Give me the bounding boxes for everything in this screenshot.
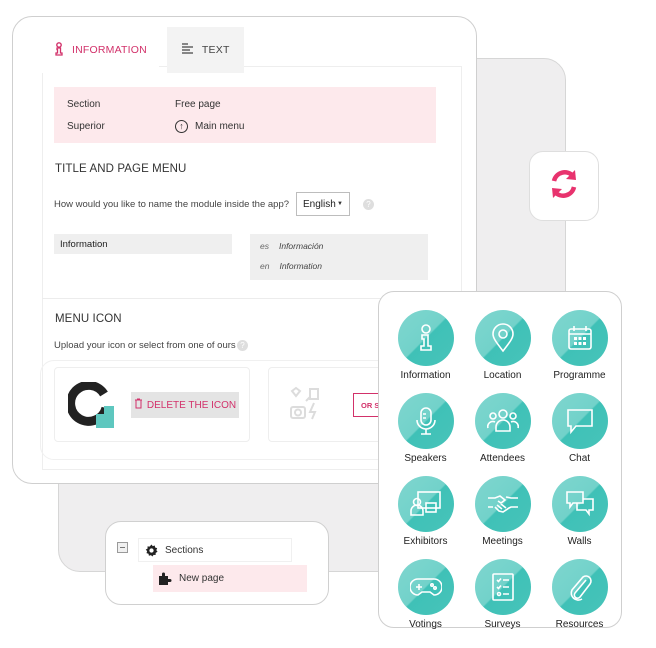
delete-icon-button[interactable]: DELETE THE ICON [131,392,239,418]
grid-item-label: Information [400,370,451,381]
collapse-toggle[interactable] [117,542,128,553]
section-label: Section [67,99,101,110]
gear-icon [139,543,163,557]
info-icon [54,41,64,59]
superior-link[interactable]: ↑ Main menu [175,120,244,133]
module-info-box: Section Free page Superior ↑ Main menu [54,87,436,143]
help-icon[interactable]: ? [237,340,248,351]
grid-item-meetings[interactable]: Meetings [464,476,541,550]
current-module-icon [66,380,118,435]
sync-icon [546,166,582,207]
grid-item-label: Chat [568,453,591,464]
translations-list: es Información en Information [250,234,428,280]
language-select[interactable]: English ▼ [296,192,350,216]
grid-item-label: Exhibitors [403,536,448,547]
caret-down-icon: ▼ [337,201,343,207]
translation-value: Información [278,241,324,251]
language-code: en [260,261,270,271]
translation-value: Information [279,261,322,271]
checklist-icon [474,559,531,615]
exhibitor-icon [397,476,454,532]
module-name-input[interactable] [54,234,232,254]
sync-badge [529,151,599,221]
chat-bubbles-icon [551,476,608,532]
grid-item-location[interactable]: Location [464,310,541,384]
superior-value: Main menu [195,121,245,132]
arrow-up-circle-icon: ↑ [175,120,188,133]
trash-icon [134,398,143,412]
menu-icon-heading: MENU ICON [55,313,122,325]
grid-item-information[interactable]: Information [387,310,464,384]
tab-information[interactable]: INFORMATION [42,27,159,73]
superior-row: Superior ↑ Main menu [67,120,244,133]
text-align-icon [181,43,194,57]
tree-node-new-page[interactable]: New page [153,565,307,592]
handshake-icon [474,476,531,532]
upload-icon-label: Upload your icon or select from one of o… [54,340,236,351]
info-icon [397,310,454,366]
grid-item-speakers[interactable]: Speakers [387,393,464,467]
grid-item-label: Programme [553,370,606,381]
module-icon-grid-card: Information Location Programme Speakers [378,291,622,630]
tab-label: INFORMATION [72,44,147,56]
sections-tree-card [105,521,329,605]
tree-node-label: Sections [165,544,204,556]
grid-item-votings[interactable]: Votings [387,559,464,633]
tab-label: TEXT [201,44,230,56]
module-icon-grid: Information Location Programme Speakers [387,310,619,633]
or-select-label: OR S [361,400,379,410]
people-icon [474,393,531,449]
grid-item-label: Walls [567,536,592,547]
or-select-button[interactable]: OR S [353,393,379,417]
tab-text[interactable]: TEXT [166,27,244,73]
icon-library-icon [288,385,324,426]
translation-row: es Información [260,241,323,251]
module-name-question: How would you like to name the module in… [54,199,290,210]
tab-bar: INFORMATION TEXT [42,27,244,73]
language-code: es [260,241,269,251]
grid-item-surveys[interactable]: Surveys [464,559,541,633]
chat-bubble-icon [551,393,608,449]
tree-node-label: New page [179,573,225,584]
grid-item-label: Surveys [484,619,521,630]
grid-item-chat[interactable]: Chat [541,393,618,467]
superior-label: Superior [67,121,105,132]
gamepad-icon [397,559,454,615]
location-pin-icon [474,310,531,366]
grid-item-label: Meetings [482,536,523,547]
section-row: Section Free page [67,99,221,110]
title-section-heading: TITLE AND PAGE MENU [55,163,187,175]
delete-icon-label: DELETE THE ICON [146,399,237,411]
grid-item-resources[interactable]: Resources [541,559,618,633]
grid-item-programme[interactable]: Programme [541,310,618,384]
grid-item-label: Speakers [404,453,447,464]
grid-item-exhibitors[interactable]: Exhibitors [387,476,464,550]
grid-item-walls[interactable]: Walls [541,476,618,550]
grid-item-label: Resources [555,619,604,630]
grid-item-label: Location [483,370,522,381]
tree-node-sections[interactable]: Sections [138,538,292,562]
translation-row: en Information [260,261,322,271]
microphone-icon [397,393,454,449]
calendar-icon [551,310,608,366]
puzzle-icon [153,572,173,586]
language-value: English [303,198,336,210]
grid-item-label: Attendees [479,453,526,464]
section-value: Free page [175,99,221,110]
grid-item-attendees[interactable]: Attendees [464,393,541,467]
grid-item-label: Votings [409,619,442,630]
help-icon[interactable]: ? [363,199,374,210]
paperclip-icon [551,559,608,615]
